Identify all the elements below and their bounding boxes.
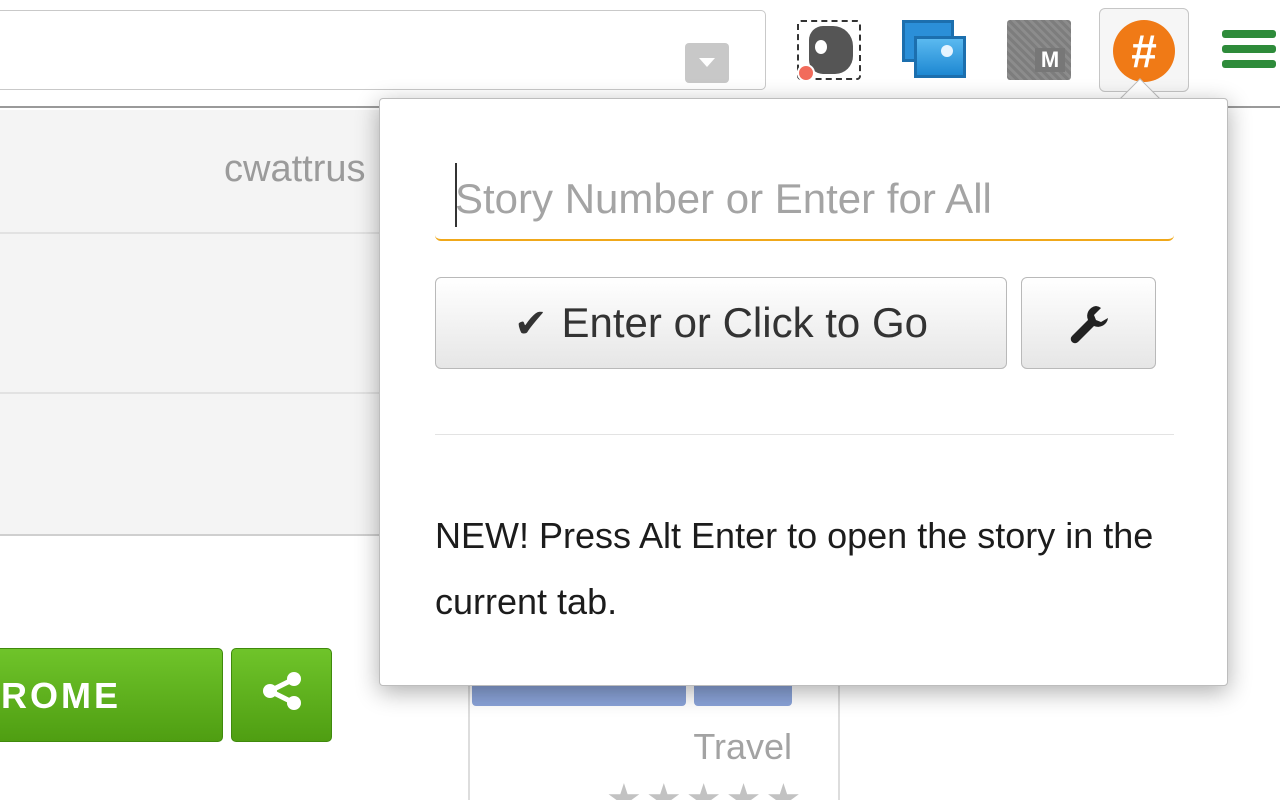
settings-button[interactable] [1021,277,1156,369]
images-extension-button[interactable] [902,20,966,80]
story-number-input[interactable] [435,159,1174,241]
hamburger-menu-icon[interactable] [1222,30,1276,74]
rating-stars: ★★★★★ [606,777,806,800]
share-icon [263,672,301,710]
story-popup: ✔ Enter or Click to Go NEW! Press Alt Ent… [379,98,1228,686]
add-to-chrome-button[interactable]: ROME [0,648,223,742]
status-dot [797,64,815,82]
images-icon [914,36,966,78]
browser-toolbar: M # [0,0,1280,108]
go-button-label: Enter or Click to Go [561,299,928,346]
text-caret [455,163,457,227]
share-button[interactable] [231,648,332,742]
evernote-extension-button[interactable] [797,20,861,82]
go-button[interactable]: ✔ Enter or Click to Go [435,277,1007,369]
tip-note: NEW! Press Alt Enter to open the story i… [435,515,1154,622]
address-bar[interactable] [0,10,766,90]
divider [435,434,1174,435]
username-link[interactable]: cwattrus [224,148,365,191]
category-label: Travel [693,726,792,767]
wrench-icon [1070,306,1108,344]
story-number-extension-button[interactable]: # [1099,8,1189,92]
elephant-icon [809,26,853,74]
address-dropdown-icon[interactable] [685,43,729,83]
hash-icon: # [1113,20,1175,82]
medium-extension-button[interactable]: M [1007,20,1071,80]
m-icon: M [1035,48,1065,72]
checkmark-icon: ✔ [514,302,548,346]
